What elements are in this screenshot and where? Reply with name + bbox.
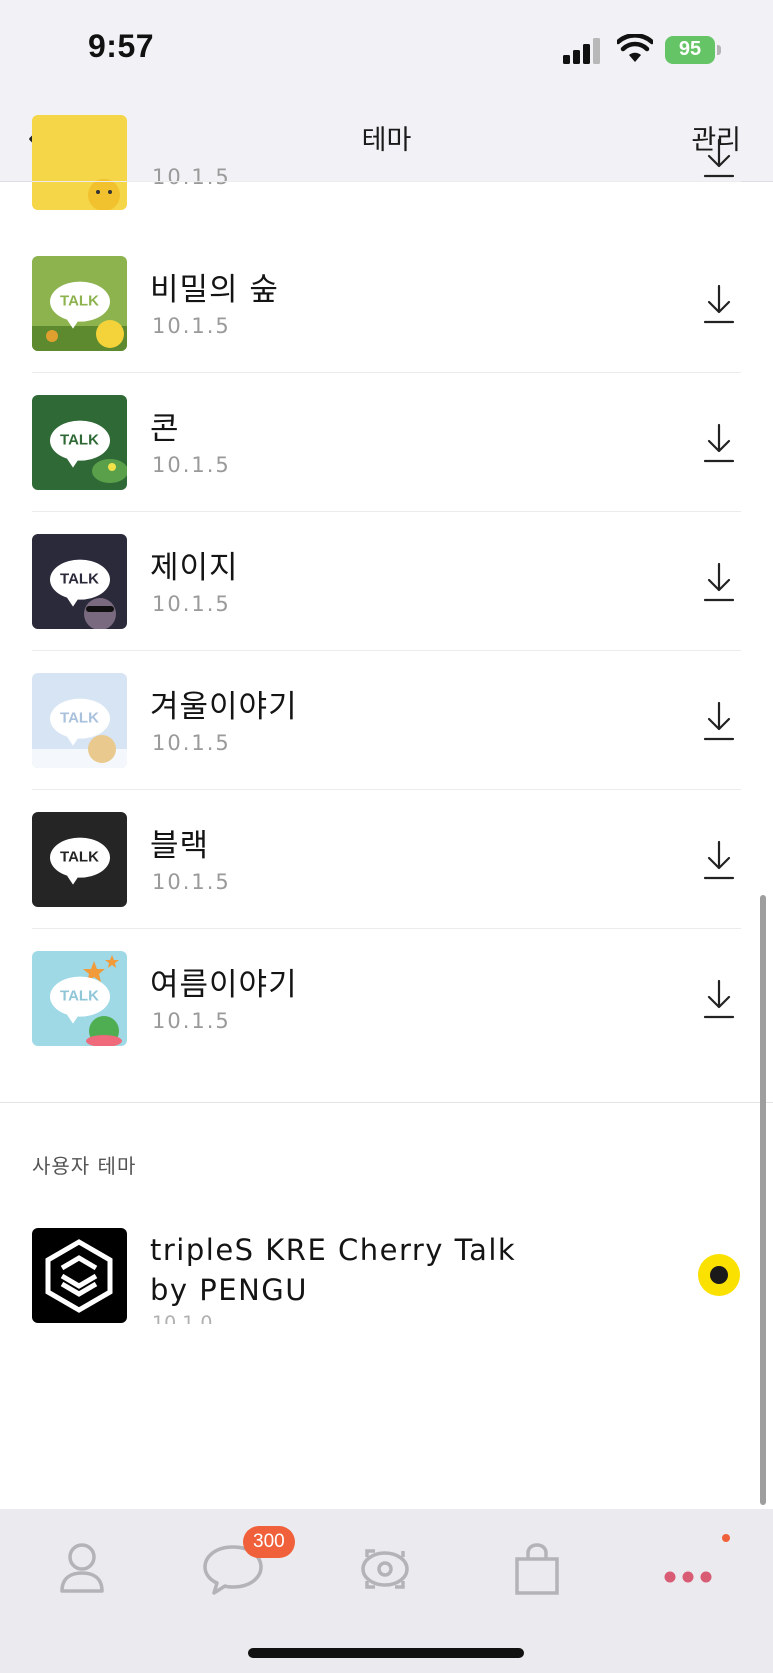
chat-unread-badge: 300	[243, 1526, 295, 1558]
download-icon[interactable]	[702, 562, 736, 602]
theme-row[interactable]: TALK 겨울이야기 10.1.5	[0, 599, 773, 790]
download-icon[interactable]	[702, 138, 736, 178]
download-icon[interactable]	[702, 701, 736, 741]
theme-row[interactable]: TALK 비밀의 숲 10.1.5	[0, 182, 773, 373]
talk-bubble-icon: TALK	[49, 281, 110, 329]
theme-row[interactable]: TALK 블랙 10.1.5	[0, 738, 773, 929]
talk-bubble-icon: TALK	[49, 976, 110, 1024]
download-icon[interactable]	[702, 979, 736, 1019]
theme-name: 콘	[150, 411, 180, 447]
tab-openchat-eye-icon[interactable]	[345, 1529, 425, 1609]
download-icon[interactable]	[702, 284, 736, 324]
triples-logo-icon	[45, 1239, 113, 1313]
theme-row[interactable]: TALK 여름이야기 10.1.5	[0, 877, 773, 1046]
theme-thumbnail: TALK	[32, 951, 127, 1046]
selected-radio-icon[interactable]	[698, 1254, 740, 1296]
custom-theme-thumbnail	[32, 1228, 127, 1323]
tab-shopping-bag-icon[interactable]	[497, 1529, 577, 1609]
custom-theme-version: 10.1.0	[152, 1312, 213, 1324]
custom-theme-name: tripleS KRE Cherry Talk by PENGU	[150, 1230, 516, 1310]
theme-row[interactable]: TALK 제이지 10.1.5	[0, 460, 773, 651]
theme-row[interactable]: TALK 콘 10.1.5	[0, 321, 773, 512]
theme-version: 10.1.5	[152, 1009, 231, 1033]
theme-row[interactable]: 10.1.5	[0, 43, 773, 210]
more-notification-dot	[722, 1534, 730, 1542]
talk-bubble-icon: TALK	[49, 837, 110, 885]
custom-theme-section-label: 사용자 테마	[32, 1154, 137, 1178]
scroll-indicator[interactable]	[760, 895, 766, 1505]
talk-bubble-icon: TALK	[49, 420, 110, 468]
theme-name: 여름이야기	[150, 967, 298, 1003]
theme-name: 겨울이야기	[150, 689, 298, 725]
talk-bubble-icon: TALK	[49, 559, 110, 607]
download-icon[interactable]	[702, 840, 736, 880]
theme-name: 비밀의 숲	[150, 272, 279, 308]
custom-theme-name-line1: tripleS KRE Cherry Talk	[150, 1233, 517, 1267]
download-icon[interactable]	[702, 423, 736, 463]
talk-bubble-icon: TALK	[49, 698, 110, 746]
home-indicator	[248, 1648, 524, 1658]
tab-more-dots-icon[interactable]	[648, 1529, 728, 1609]
custom-theme-name-line2: by PENGU	[150, 1273, 308, 1307]
custom-theme-row[interactable]: tripleS KRE Cherry Talk by PENGU 10.1.0	[0, 1228, 773, 1324]
section-divider	[0, 1102, 773, 1103]
tab-friends-person-icon[interactable]	[42, 1529, 122, 1609]
theme-name: 블랙	[150, 828, 210, 864]
theme-name: 제이지	[150, 550, 239, 586]
